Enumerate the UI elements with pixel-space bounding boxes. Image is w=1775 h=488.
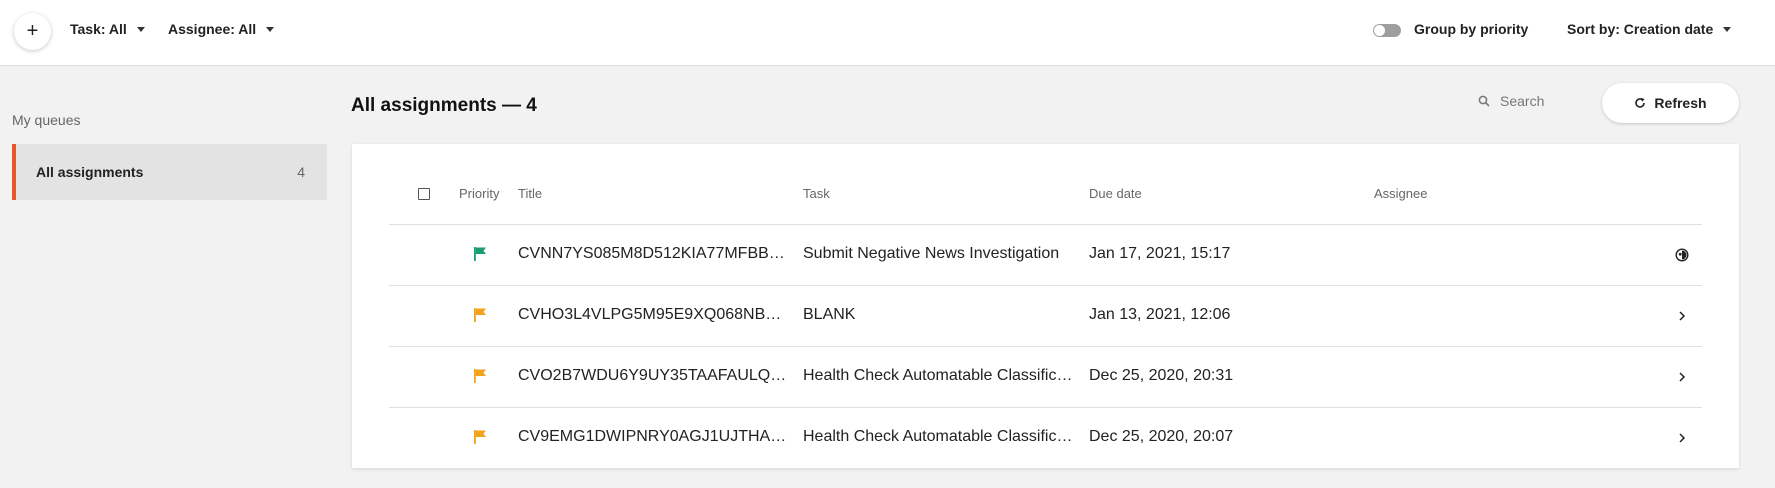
- chevron-right-icon[interactable]: [1674, 430, 1690, 446]
- assignments-table: Priority Title Task Due date Assignee CV…: [352, 144, 1739, 468]
- chevron-right-icon[interactable]: [1674, 308, 1690, 324]
- column-header-due-date[interactable]: Due date: [1089, 186, 1142, 201]
- chevron-right-icon[interactable]: [1674, 369, 1690, 385]
- task-filter-dropdown[interactable]: Task: All: [70, 21, 145, 37]
- row-due-date: Dec 25, 2020, 20:31: [1089, 367, 1234, 384]
- row-title: CV9EMG1DWIPNRY0AGJ1UJTHAXX: [518, 428, 788, 445]
- select-all-checkbox[interactable]: [418, 188, 430, 200]
- my-queues-heading: My queues: [12, 112, 81, 128]
- row-title: CVHO3L4VLPG5M95E9XQ068NBJMN: [518, 306, 788, 323]
- row-due-date: Jan 13, 2021, 12:06: [1089, 306, 1231, 323]
- row-task: Submit Negative News Investigation: [803, 245, 1060, 262]
- column-header-title[interactable]: Title: [518, 186, 542, 201]
- row-task: Health Check Automatable Classification: [803, 428, 1073, 445]
- add-button[interactable]: +: [14, 13, 51, 50]
- sidebar-item-label: All assignments: [36, 164, 144, 180]
- task-filter-label: Task: All: [70, 21, 127, 37]
- sidebar-item-count: 4: [297, 164, 305, 180]
- sort-label: Sort by: Creation date: [1567, 21, 1714, 37]
- row-due-date: Dec 25, 2020, 20:07: [1089, 428, 1234, 445]
- row-task: BLANK: [803, 306, 856, 323]
- refresh-icon: [1635, 97, 1646, 108]
- assign-icon[interactable]: [1674, 247, 1690, 263]
- search-input[interactable]: Search: [1478, 93, 1544, 109]
- flag-icon: [474, 308, 486, 322]
- flag-icon: [474, 369, 486, 383]
- flag-icon: [474, 430, 486, 444]
- group-by-priority-label: Group by priority: [1414, 21, 1529, 37]
- chevron-down-icon: [266, 26, 275, 32]
- table-row[interactable]: CV9EMG1DWIPNRY0AGJ1UJTHAXX Health Check …: [389, 407, 1702, 468]
- table-row[interactable]: CVNN7YS085M8D512KIA77MFBBMNWB Submit Neg…: [389, 224, 1702, 285]
- table-row[interactable]: CVO2B7WDU6Y9UY35TAAFAULQWE Health Check …: [389, 346, 1702, 407]
- assignee-filter-dropdown[interactable]: Assignee: All: [168, 21, 275, 37]
- toggle-knob: [1374, 25, 1385, 36]
- chevron-down-icon: [1723, 26, 1732, 32]
- table-row[interactable]: CVHO3L4VLPG5M95E9XQ068NBJMN BLANK Jan 13…: [389, 285, 1702, 346]
- chevron-down-icon: [136, 26, 145, 32]
- assignee-filter-label: Assignee: All: [168, 21, 257, 37]
- search-placeholder: Search: [1500, 93, 1545, 109]
- top-toolbar: + Task: All Assignee: All Group by prior…: [0, 0, 1775, 66]
- refresh-label: Refresh: [1654, 95, 1707, 111]
- row-task: Health Check Automatable Classification: [803, 367, 1073, 384]
- column-header-assignee[interactable]: Assignee: [1374, 186, 1427, 201]
- row-title: CVO2B7WDU6Y9UY35TAAFAULQWE: [518, 367, 788, 384]
- row-due-date: Jan 17, 2021, 15:17: [1089, 245, 1231, 262]
- page-title: All assignments — 4: [351, 95, 537, 116]
- search-icon: [1478, 95, 1490, 107]
- sidebar-item-all-assignments[interactable]: All assignments 4: [12, 144, 327, 200]
- refresh-button[interactable]: Refresh: [1602, 83, 1739, 123]
- row-title: CVNN7YS085M8D512KIA77MFBBMNWB: [518, 245, 788, 262]
- group-by-priority-toggle[interactable]: [1373, 24, 1401, 37]
- sort-dropdown[interactable]: Sort by: Creation date: [1567, 21, 1732, 37]
- column-header-priority[interactable]: Priority: [459, 186, 499, 201]
- flag-icon: [474, 247, 486, 261]
- column-header-task[interactable]: Task: [803, 186, 830, 201]
